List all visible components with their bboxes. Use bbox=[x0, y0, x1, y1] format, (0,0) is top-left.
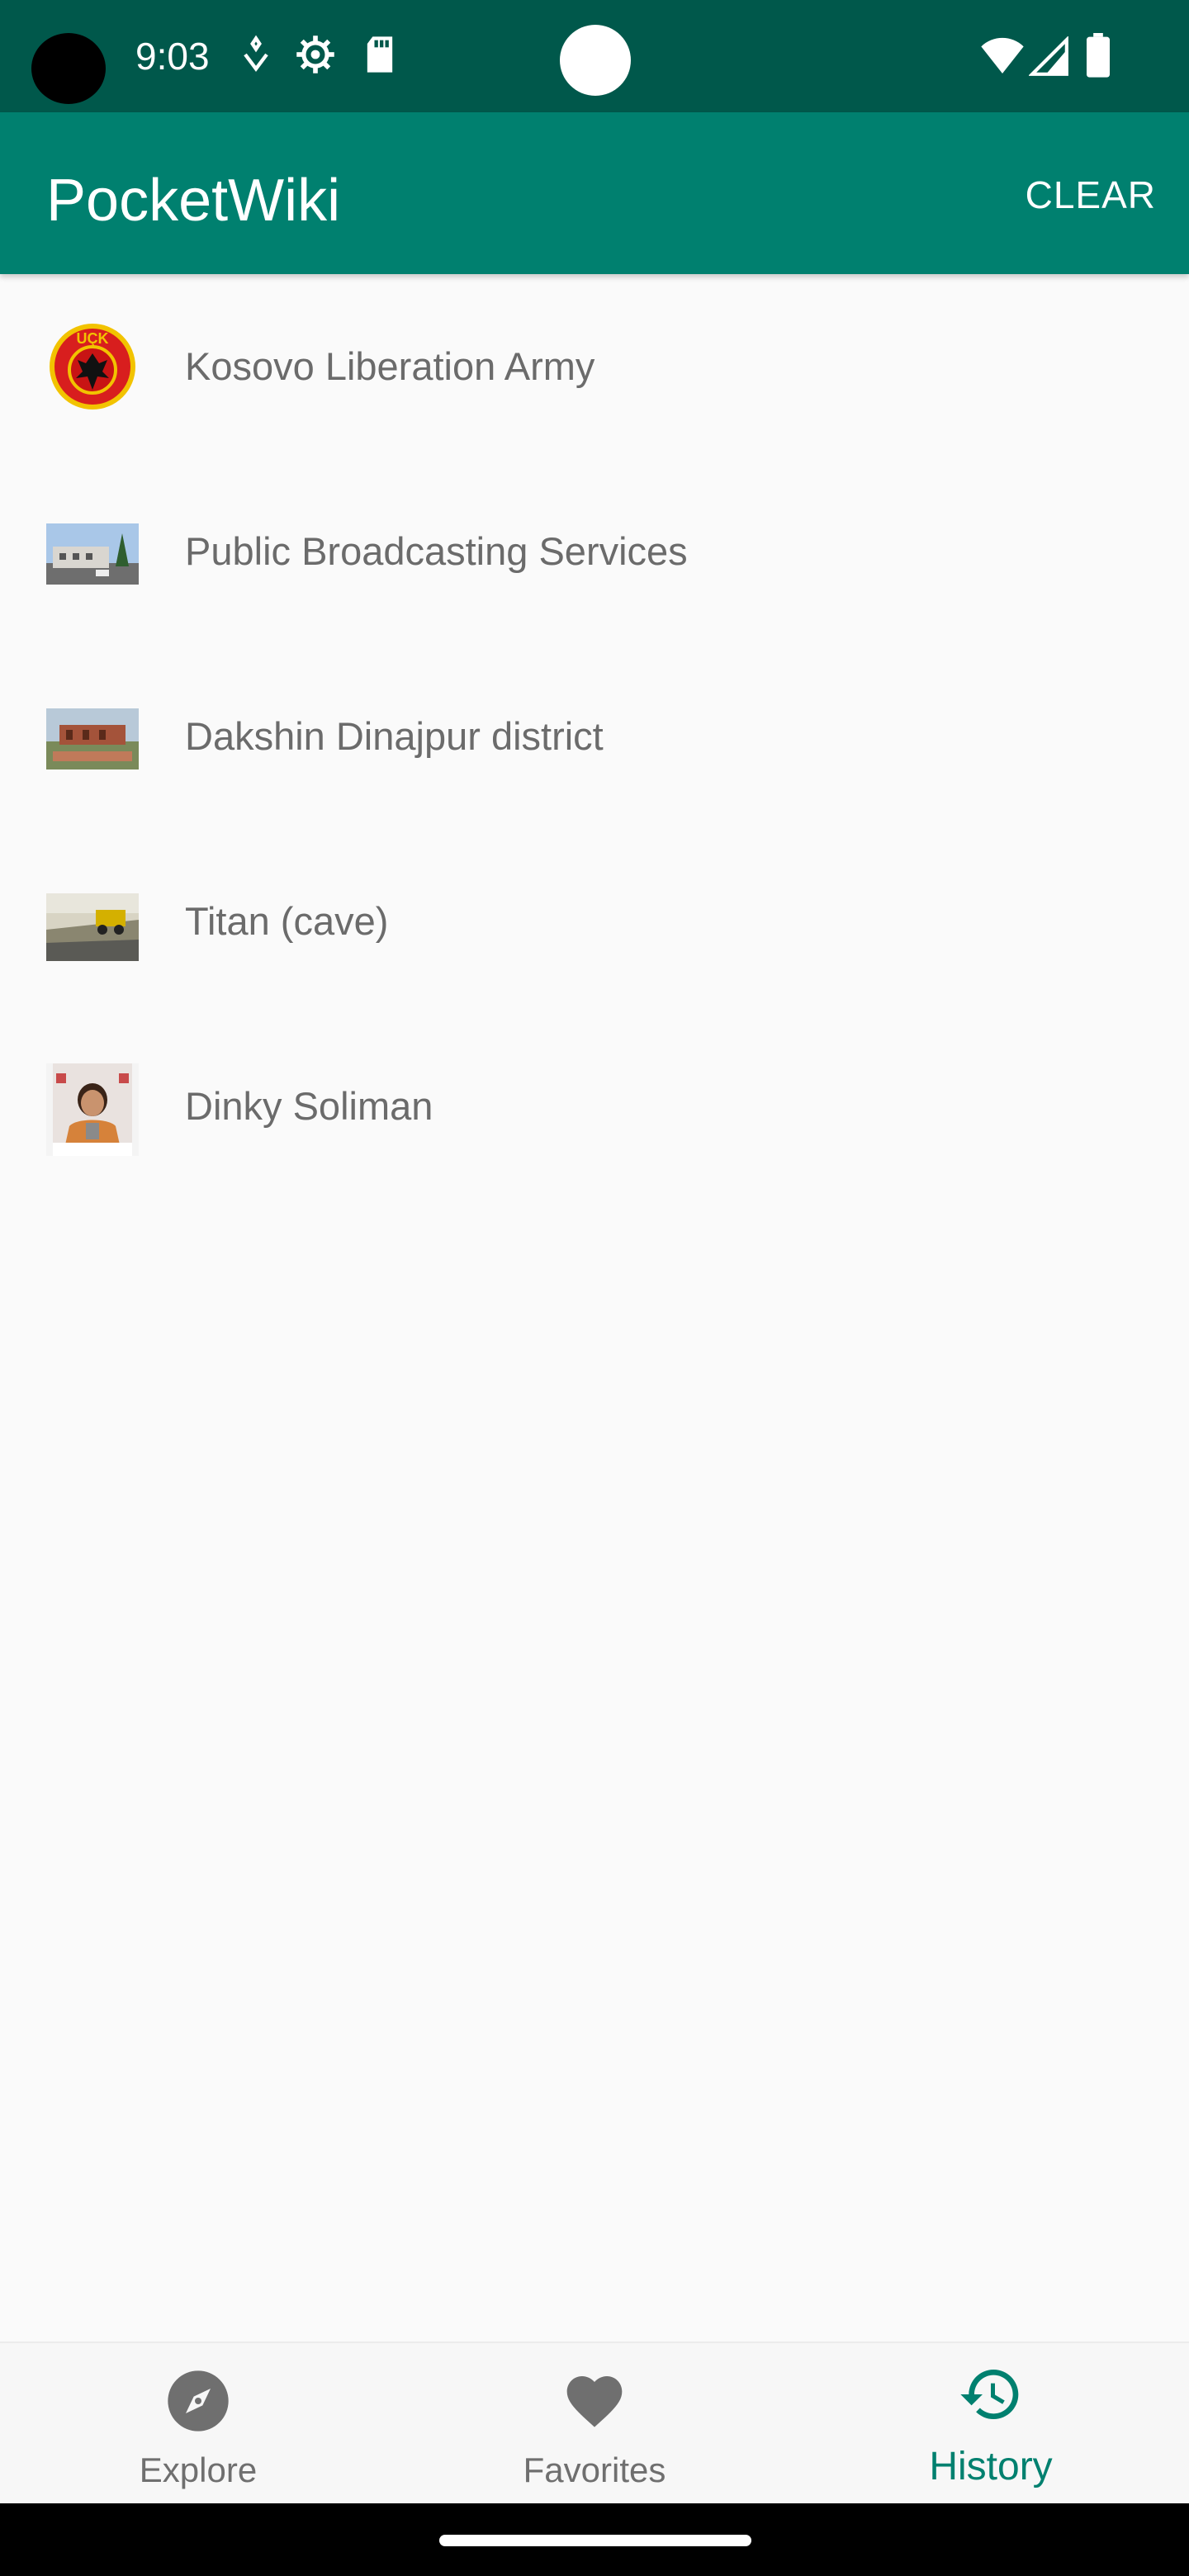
list-item[interactable]: Titan (cave) bbox=[0, 829, 1189, 1014]
center-indicator bbox=[560, 25, 631, 96]
heart-icon bbox=[566, 2376, 623, 2427]
list-item-label: Public Broadcasting Services bbox=[185, 529, 688, 573]
quarry-truck-photo-thumbnail bbox=[46, 893, 139, 961]
portrait-photo-thumbnail bbox=[46, 1063, 139, 1156]
list-item-label: Dakshin Dinajpur district bbox=[185, 714, 604, 758]
nav-label: Explore bbox=[139, 2451, 258, 2489]
status-bar: 9:03 bbox=[0, 0, 1189, 112]
settings-icon bbox=[296, 36, 334, 73]
nav-item-favorites[interactable]: Favorites bbox=[396, 2343, 793, 2505]
list-item[interactable]: Dakshin Dinajpur district bbox=[0, 644, 1189, 829]
history-list: UÇK Kosovo Liberation Army Public Broadc… bbox=[0, 274, 1189, 1199]
status-time: 9:03 bbox=[135, 35, 210, 78]
history-icon bbox=[960, 2370, 1019, 2419]
list-item-label: Titan (cave) bbox=[185, 899, 389, 943]
tag-icon bbox=[244, 35, 268, 72]
wifi-icon bbox=[981, 37, 1024, 73]
signal-icon bbox=[1029, 36, 1068, 76]
app-bar: PocketWiki CLEAR bbox=[0, 112, 1189, 274]
building-photo-thumbnail bbox=[46, 523, 139, 585]
list-item[interactable]: UÇK Kosovo Liberation Army bbox=[0, 274, 1189, 459]
kla-emblem-thumbnail: UÇK bbox=[50, 324, 135, 410]
clear-history-button[interactable]: CLEAR bbox=[1026, 170, 1156, 220]
camera-hole bbox=[31, 33, 106, 104]
list-item[interactable]: Dinky Soliman bbox=[0, 1014, 1189, 1199]
ruins-photo-thumbnail bbox=[46, 708, 139, 769]
nav-label: Favorites bbox=[523, 2451, 666, 2489]
gesture-navigation-bar bbox=[0, 2503, 1189, 2576]
list-item[interactable]: Public Broadcasting Services bbox=[0, 459, 1189, 644]
compass-icon bbox=[168, 2370, 229, 2432]
nav-item-history[interactable]: History bbox=[793, 2343, 1189, 2505]
home-gesture-handle[interactable] bbox=[439, 2535, 751, 2546]
bottom-navigation: Explore Favorites History bbox=[0, 2342, 1189, 2505]
list-item-label: Dinky Soliman bbox=[185, 1084, 433, 1128]
nav-label: History bbox=[929, 2445, 1053, 2488]
list-item-label: Kosovo Liberation Army bbox=[185, 344, 595, 388]
nav-item-explore[interactable]: Explore bbox=[0, 2343, 396, 2505]
app-title: PocketWiki bbox=[46, 168, 341, 234]
battery-icon bbox=[1087, 33, 1110, 78]
sd-card-icon bbox=[367, 36, 393, 73]
svg-text:UÇK: UÇK bbox=[77, 330, 109, 347]
